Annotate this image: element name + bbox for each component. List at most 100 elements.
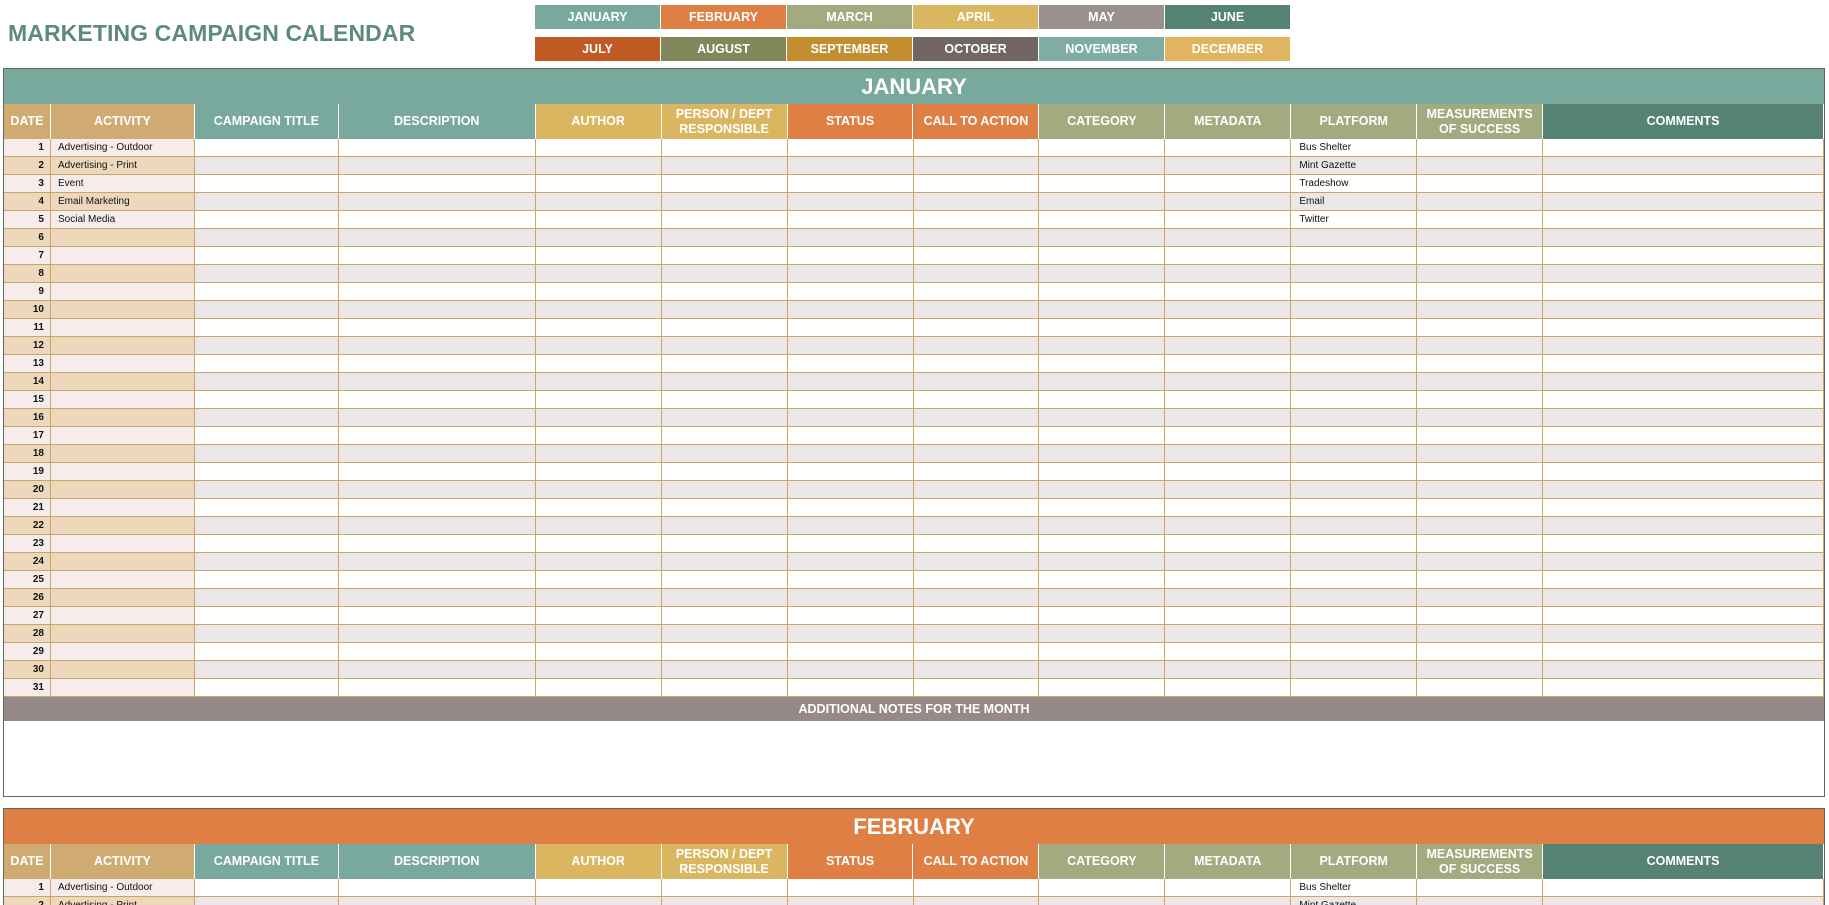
table-cell[interactable] [1039, 391, 1166, 409]
table-cell[interactable] [338, 265, 536, 283]
table-cell[interactable] [1165, 445, 1292, 463]
month-link-september[interactable]: SEPTEMBER [787, 37, 913, 61]
table-cell[interactable] [661, 157, 788, 175]
table-cell[interactable] [1543, 247, 1825, 265]
activity-cell[interactable]: Email Marketing [50, 193, 195, 211]
table-cell[interactable] [535, 337, 662, 355]
table-cell[interactable] [338, 391, 536, 409]
table-cell[interactable] [913, 427, 1040, 445]
platform-cell[interactable]: Tradeshow [1291, 175, 1418, 193]
table-cell[interactable] [1039, 517, 1166, 535]
platform-cell[interactable] [1291, 319, 1418, 337]
table-cell[interactable] [1417, 211, 1544, 229]
table-cell[interactable] [787, 283, 914, 301]
activity-cell[interactable] [50, 301, 195, 319]
table-cell[interactable] [913, 879, 1040, 897]
table-cell[interactable] [1039, 445, 1166, 463]
platform-cell[interactable] [1291, 571, 1418, 589]
activity-cell[interactable]: Event [50, 175, 195, 193]
table-cell[interactable] [787, 517, 914, 535]
table-cell[interactable] [913, 193, 1040, 211]
table-cell[interactable] [1165, 643, 1292, 661]
table-cell[interactable] [1039, 193, 1166, 211]
table-cell[interactable] [787, 879, 914, 897]
table-cell[interactable] [1543, 229, 1825, 247]
table-cell[interactable] [1039, 301, 1166, 319]
table-cell[interactable] [1543, 589, 1825, 607]
platform-cell[interactable] [1291, 391, 1418, 409]
table-cell[interactable] [194, 175, 339, 193]
table-cell[interactable] [535, 265, 662, 283]
table-cell[interactable] [913, 229, 1040, 247]
platform-cell[interactable] [1291, 481, 1418, 499]
table-cell[interactable] [194, 409, 339, 427]
table-cell[interactable] [913, 679, 1040, 697]
month-link-march[interactable]: MARCH [787, 5, 913, 29]
table-cell[interactable] [1417, 337, 1544, 355]
table-cell[interactable] [535, 607, 662, 625]
table-cell[interactable] [535, 301, 662, 319]
table-cell[interactable] [1417, 879, 1544, 897]
table-cell[interactable] [913, 661, 1040, 679]
table-cell[interactable] [787, 463, 914, 481]
activity-cell[interactable]: Advertising - Outdoor [50, 879, 195, 897]
table-cell[interactable] [1543, 571, 1825, 589]
table-cell[interactable] [1165, 897, 1292, 905]
table-cell[interactable] [1543, 607, 1825, 625]
table-cell[interactable] [1165, 879, 1292, 897]
platform-cell[interactable] [1291, 445, 1418, 463]
table-cell[interactable] [194, 373, 339, 391]
table-cell[interactable] [535, 625, 662, 643]
table-cell[interactable] [913, 481, 1040, 499]
table-cell[interactable] [535, 499, 662, 517]
table-cell[interactable] [1165, 301, 1292, 319]
platform-cell[interactable] [1291, 337, 1418, 355]
table-cell[interactable] [1039, 409, 1166, 427]
table-cell[interactable] [787, 481, 914, 499]
table-cell[interactable] [1039, 157, 1166, 175]
table-cell[interactable] [1543, 211, 1825, 229]
table-cell[interactable] [913, 643, 1040, 661]
activity-cell[interactable] [50, 463, 195, 481]
table-cell[interactable] [1039, 607, 1166, 625]
table-cell[interactable] [1039, 535, 1166, 553]
activity-cell[interactable] [50, 337, 195, 355]
table-cell[interactable] [194, 391, 339, 409]
table-cell[interactable] [535, 445, 662, 463]
table-cell[interactable] [1165, 679, 1292, 697]
table-cell[interactable] [913, 589, 1040, 607]
activity-cell[interactable] [50, 265, 195, 283]
table-cell[interactable] [1039, 897, 1166, 905]
table-cell[interactable] [338, 445, 536, 463]
month-link-july[interactable]: JULY [535, 37, 661, 61]
table-cell[interactable] [913, 301, 1040, 319]
table-cell[interactable] [1417, 427, 1544, 445]
table-cell[interactable] [913, 897, 1040, 905]
table-cell[interactable] [1165, 463, 1292, 481]
month-link-april[interactable]: APRIL [913, 5, 1039, 29]
table-cell[interactable] [338, 283, 536, 301]
table-cell[interactable] [1417, 625, 1544, 643]
platform-cell[interactable] [1291, 283, 1418, 301]
table-cell[interactable] [535, 535, 662, 553]
table-cell[interactable] [535, 391, 662, 409]
table-cell[interactable] [535, 643, 662, 661]
table-cell[interactable] [1039, 499, 1166, 517]
table-cell[interactable] [338, 193, 536, 211]
table-cell[interactable] [1543, 265, 1825, 283]
table-cell[interactable] [661, 589, 788, 607]
month-link-october[interactable]: OCTOBER [913, 37, 1039, 61]
table-cell[interactable] [1543, 337, 1825, 355]
table-cell[interactable] [1165, 283, 1292, 301]
table-cell[interactable] [338, 229, 536, 247]
table-cell[interactable] [194, 229, 339, 247]
table-cell[interactable] [787, 499, 914, 517]
table-cell[interactable] [661, 661, 788, 679]
activity-cell[interactable]: Advertising - Print [50, 897, 195, 905]
table-cell[interactable] [338, 589, 536, 607]
table-cell[interactable] [913, 373, 1040, 391]
table-cell[interactable] [1543, 301, 1825, 319]
table-cell[interactable] [787, 571, 914, 589]
table-cell[interactable] [338, 139, 536, 157]
platform-cell[interactable] [1291, 661, 1418, 679]
